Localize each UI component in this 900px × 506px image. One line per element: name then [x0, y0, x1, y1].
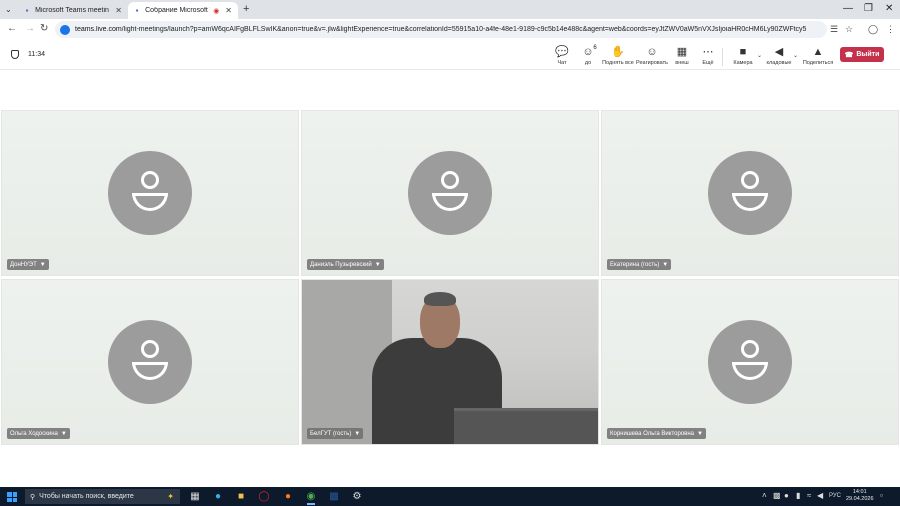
mic-muted-icon: ▼: [39, 261, 46, 268]
participant-tile[interactable]: Корнишева Ольга Викторовна ▼: [601, 279, 899, 445]
windows-start-icon[interactable]: [7, 492, 17, 502]
recording-indicator-icon: ◉: [213, 7, 220, 15]
tray-chevron-icon[interactable]: ˄: [762, 491, 767, 500]
firefox-icon[interactable]: ●: [282, 490, 294, 502]
minimize-window-icon[interactable]: —: [843, 3, 853, 14]
file-explorer-icon[interactable]: ■: [235, 490, 247, 502]
mic-off-icon: ◀: [774, 46, 784, 58]
mic-muted-icon: ▼: [662, 261, 669, 268]
volume-icon[interactable]: ◀: [817, 491, 823, 500]
participant-tile[interactable]: Екатерина (гость) ▼: [601, 110, 899, 276]
close-tab-icon[interactable]: ✕: [115, 6, 122, 15]
close-window-icon[interactable]: ✕: [885, 3, 893, 14]
address-input[interactable]: teams.live.com/light-meetings/launch?p=a…: [55, 21, 827, 38]
browser-tab-strip: ⌄ ▪ Microsoft Teams meeting | Micr ✕ ▪ С…: [0, 0, 900, 19]
participant-name-tag: Даниэль Пузыревский ▼: [307, 259, 384, 270]
browser-address-bar-row: ← → ↻ teams.live.com/light-meetings/laun…: [0, 19, 900, 40]
opera-icon[interactable]: ◯: [258, 490, 270, 502]
teams-favicon-icon: ▪: [135, 6, 139, 15]
site-info-icon[interactable]: [60, 24, 70, 35]
raise-hand-icon: ✋: [611, 46, 625, 58]
mic-button[interactable]: ◀ кладовые: [761, 45, 797, 66]
participant-video: [302, 280, 598, 444]
browser-tab-teams-meeting[interactable]: ▪ Microsoft Teams meeting | Micr ✕: [18, 2, 128, 19]
edge-icon[interactable]: ●: [212, 490, 224, 502]
avatar-icon: [708, 320, 792, 404]
language-indicator[interactable]: РУС: [829, 493, 841, 499]
notifications-icon[interactable]: ▫: [880, 491, 883, 500]
task-view-icon[interactable]: ▦: [189, 490, 201, 502]
battery-icon[interactable]: ▮: [796, 491, 800, 500]
participant-tile[interactable]: Даниэль Пузыревский ▼: [301, 110, 599, 276]
reload-icon[interactable]: ↻: [40, 23, 48, 34]
participant-video-tile[interactable]: БелГУТ (гость) ▼: [301, 279, 599, 445]
search-highlight-icon: ✦: [167, 492, 174, 501]
participant-name-tag: Корнишева Ольга Викторовна ▼: [607, 428, 706, 439]
avatar-icon: [108, 320, 192, 404]
leave-button[interactable]: ☎ Выйти: [840, 47, 884, 62]
mic-muted-icon: ▼: [696, 430, 703, 437]
mic-muted-icon: ▼: [60, 430, 67, 437]
share-button[interactable]: ▲ Поделиться: [800, 45, 836, 67]
search-icon: ⚲: [30, 493, 36, 501]
camera-button[interactable]: ■ Камера: [725, 45, 761, 67]
back-arrow-icon[interactable]: ←: [7, 23, 17, 34]
translate-icon[interactable]: ☰: [830, 24, 838, 35]
new-tab-button[interactable]: +: [243, 3, 249, 15]
participant-name-tag: ДонНУЭТ ▼: [7, 259, 49, 270]
more-button[interactable]: ⋯ Ещё: [690, 45, 726, 66]
mic-muted-icon: ▼: [374, 261, 381, 268]
share-icon: ▲: [812, 45, 824, 58]
avatar-icon: [408, 151, 492, 235]
chrome-icon[interactable]: ◉: [305, 490, 317, 505]
mic-tray-icon[interactable]: ●: [784, 491, 789, 500]
meeting-time: 11:34: [28, 51, 45, 58]
forward-arrow-icon[interactable]: →: [25, 23, 35, 34]
wifi-icon[interactable]: ≈: [807, 491, 811, 500]
url-text: teams.live.com/light-meetings/launch?p=a…: [75, 26, 807, 33]
view-grid-icon: ▦: [676, 46, 688, 58]
tab-list-chevron-icon[interactable]: ⌄: [5, 5, 12, 14]
maximize-window-icon[interactable]: ❐: [864, 3, 873, 14]
emoji-icon: ☺: [646, 45, 658, 58]
participant-name-tag: Екатерина (гость) ▼: [607, 259, 672, 270]
profile-icon[interactable]: ◯: [868, 24, 878, 35]
participant-name-tag: БелГУТ (гость) ▼: [307, 428, 364, 439]
participant-tile[interactable]: Ольга Ходоскина ▼: [1, 279, 299, 445]
meeting-toolbar: 11:34 💬 Чат ☺ 6 до ✋ Поднять все ☺ Реагир…: [0, 40, 900, 70]
chat-icon: 💬: [555, 46, 569, 58]
participant-tile[interactable]: ДонНУЭТ ▼: [1, 110, 299, 276]
teams-favicon-icon: ▪: [25, 6, 29, 15]
mic-options-chevron-icon[interactable]: ⌄: [793, 52, 798, 59]
avatar-icon: [708, 151, 792, 235]
taskbar-search-input[interactable]: ⚲ Чтобы начать поиск, введите ✦: [25, 489, 180, 504]
people-icon: ☺ 6: [582, 45, 597, 58]
settings-gear-icon[interactable]: ⚙: [351, 490, 363, 502]
raise-hand-button[interactable]: ✋ Поднять все: [600, 45, 636, 66]
browser-menu-icon[interactable]: ⋮: [886, 24, 895, 35]
shield-icon: [11, 50, 19, 59]
more-icon: ⋯: [702, 46, 714, 58]
browser-tab-sobranie[interactable]: ▪ Собрание Microsoft Teams ◉ ✕: [128, 2, 238, 19]
camera-off-icon: ■: [739, 45, 747, 58]
avatar-icon: [108, 151, 192, 235]
windows-taskbar: ⚲ Чтобы начать поиск, введите ✦ ▦ ● ■ ◯ …: [0, 487, 900, 506]
taskbar-clock[interactable]: 14:01 29.04.2026: [846, 489, 874, 503]
toolbar-divider: [722, 48, 723, 66]
bookmark-star-icon[interactable]: ☆: [845, 24, 853, 35]
participant-name-tag: Ольга Ходоскина ▼: [7, 428, 70, 439]
network-icon[interactable]: ▩: [773, 491, 781, 500]
close-tab-icon[interactable]: ✕: [225, 6, 232, 15]
participant-grid: ДонНУЭТ ▼ Даниэль Пузыревский ▼ Екатерина …: [0, 70, 900, 487]
mic-muted-icon: ▼: [354, 430, 361, 437]
phone-hangup-icon: ☎: [844, 51, 854, 59]
word-icon[interactable]: ▩: [328, 490, 340, 502]
